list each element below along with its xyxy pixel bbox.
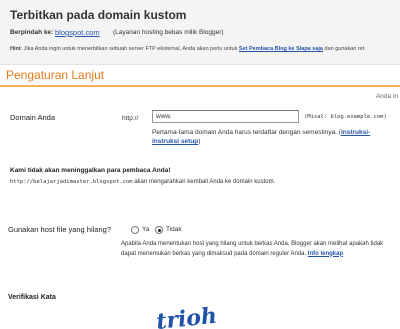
hint-label: Hint xyxy=(10,46,21,52)
missing-hosts-label: Gunakan host file yang hilang? xyxy=(8,225,111,234)
hosts-no-label[interactable]: Tidak xyxy=(166,226,182,233)
hint-body: : Jika Anda ingin untuk menerbitkan sebu… xyxy=(20,46,238,52)
hint-text: Hint: Jika Anda ingin untuk menerbitkan … xyxy=(10,46,364,52)
more-info-link[interactable]: Info lengkap xyxy=(308,251,343,257)
set-readers-link[interactable]: Set Pembaca Blog ke Siapa saja xyxy=(239,46,323,52)
hosts-no-radio[interactable] xyxy=(155,226,163,234)
missing-hosts-text: Apabila Anda menentukan host yang hilang… xyxy=(121,241,384,257)
hosts-yes-label[interactable]: Ya xyxy=(142,226,149,233)
page-title: Terbitkan pada domain kustom xyxy=(10,8,187,22)
keep-readers-text: http://belajarjadimaster.blogspot.com ak… xyxy=(10,178,310,187)
domain-panel: Terbitkan pada domain kustom Berpindah k… xyxy=(0,0,400,65)
word-verification-label: Verifikasi Kata xyxy=(8,294,56,301)
switch-note: (Layanan hosting bebas milik Blogger) xyxy=(113,29,224,36)
advanced-settings-title: Pengaturan Lanjut xyxy=(6,68,105,82)
url-prefix: http:// xyxy=(122,115,139,122)
domain-note-text: Pertama-tama domain Anda harus terdaftar… xyxy=(152,129,341,136)
switch-to-blogspot-link[interactable]: blogspot.com xyxy=(55,28,100,37)
domain-label: Domain Anda xyxy=(10,113,56,122)
hint-tail: dan gunakan ret xyxy=(322,46,365,52)
hosts-yes-radio[interactable] xyxy=(131,226,139,234)
missing-hosts-note: Apabila Anda menentukan host yang hilang… xyxy=(121,240,393,259)
domain-note-end: ) xyxy=(198,138,201,145)
section-divider xyxy=(0,85,400,87)
lang-corner-text: Anda in xyxy=(375,93,398,100)
switch-label: Berpindah ke: xyxy=(10,29,54,36)
domain-input[interactable] xyxy=(152,110,299,123)
keep-readers-title: Kami tidak akan meninggalkan para pembac… xyxy=(10,167,171,174)
keep-readers-body: akan mengarahkan kembali Anda ke domain … xyxy=(132,179,276,185)
blog-url: http://belajarjadimaster.blogspot.com xyxy=(10,179,133,185)
domain-note: Pertama-tama domain Anda harus terdaftar… xyxy=(152,128,392,146)
captcha-text: trioh xyxy=(155,305,218,329)
domain-example: (Misal: blog.example.com) xyxy=(304,114,387,120)
captcha-image: trioh xyxy=(155,305,218,329)
